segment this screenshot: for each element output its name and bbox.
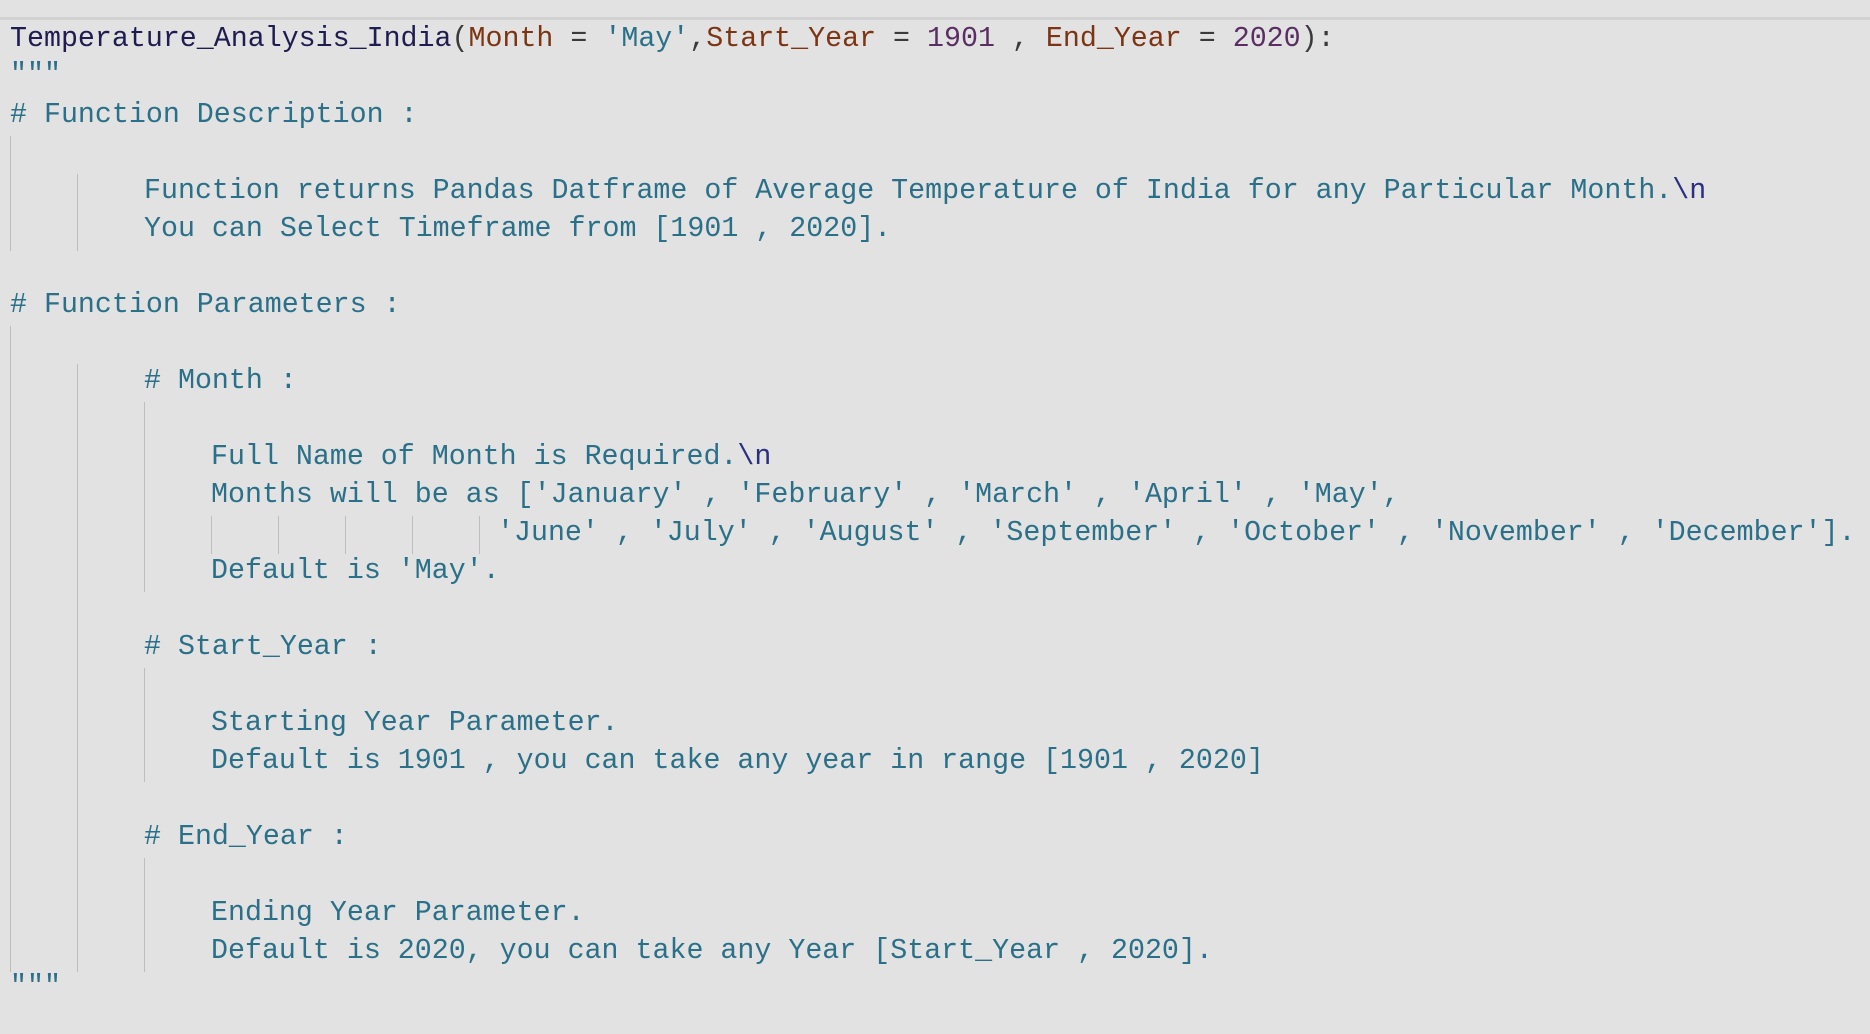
end-year-description-line[interactable]: Default is 2020, you can take any Year [… [211,932,1213,970]
param-start-year-default: 1901 [927,23,995,55]
start-year-description-line[interactable]: Starting Year Parameter. [211,704,619,742]
month-heading[interactable]: # Month : [144,362,297,400]
newline-escape: \n [1672,175,1707,207]
indent-guide [10,136,11,251]
indent-guide [144,858,145,972]
equals-sign: = [1181,23,1233,55]
indent-guide [479,516,480,554]
end-year-heading[interactable]: # End_Year : [144,818,348,856]
comma: , [689,23,707,55]
equals-sign: = [553,23,605,55]
description-text: Function returns Pandas Datframe of Aver… [144,175,1673,207]
param-month-default: 'May' [604,23,690,55]
start-year-heading[interactable]: # Start_Year : [144,628,382,666]
indent-guide [144,668,145,782]
indent-guide [144,402,145,592]
month-text: Full Name of Month is Required. [211,441,738,473]
param-end-year-name: End_Year [1045,23,1182,55]
indent-guide [77,364,78,972]
description-line[interactable]: Function returns Pandas Datframe of Aver… [144,172,1706,210]
indent-guide [211,516,212,554]
month-description-line[interactable]: Default is 'May'. [211,552,500,590]
indent-guide [412,516,413,554]
month-description-line[interactable]: Months will be as ['January' , 'February… [211,476,1400,514]
end-year-description-line[interactable]: Ending Year Parameter. [211,894,585,932]
newline-escape: \n [737,441,772,473]
month-description-line[interactable]: Full Name of Month is Required.\n [211,438,771,476]
indent-guide [345,516,346,554]
param-start-year-name: Start_Year [706,23,877,55]
indent-guide [77,174,78,251]
equals-sign: = [876,23,928,55]
function-signature[interactable]: Temperature_Analysis_India(Month = 'May'… [10,20,1335,58]
close-paren-colon: ): [1300,23,1335,55]
parameters-heading[interactable]: # Function Parameters : [10,286,401,324]
description-line[interactable]: You can Select Timeframe from [1901 , 20… [144,210,891,248]
start-year-description-line[interactable]: Default is 1901 , you can take any year … [211,742,1264,780]
function-name: Temperature_Analysis_India [10,23,452,55]
param-month-name: Month [468,23,554,55]
indent-guide [278,516,279,554]
param-end-year-default: 2020 [1232,23,1301,55]
docstring-open-quotes[interactable]: """ [10,56,61,94]
open-paren: ( [451,23,469,55]
indent-guide [10,326,11,972]
month-description-line[interactable]: 'June' , 'July' , 'August' , 'September'… [497,514,1855,552]
description-heading[interactable]: # Function Description : [10,96,418,134]
comma: , [994,23,1046,55]
docstring-close-quotes[interactable]: """ [10,968,61,1006]
